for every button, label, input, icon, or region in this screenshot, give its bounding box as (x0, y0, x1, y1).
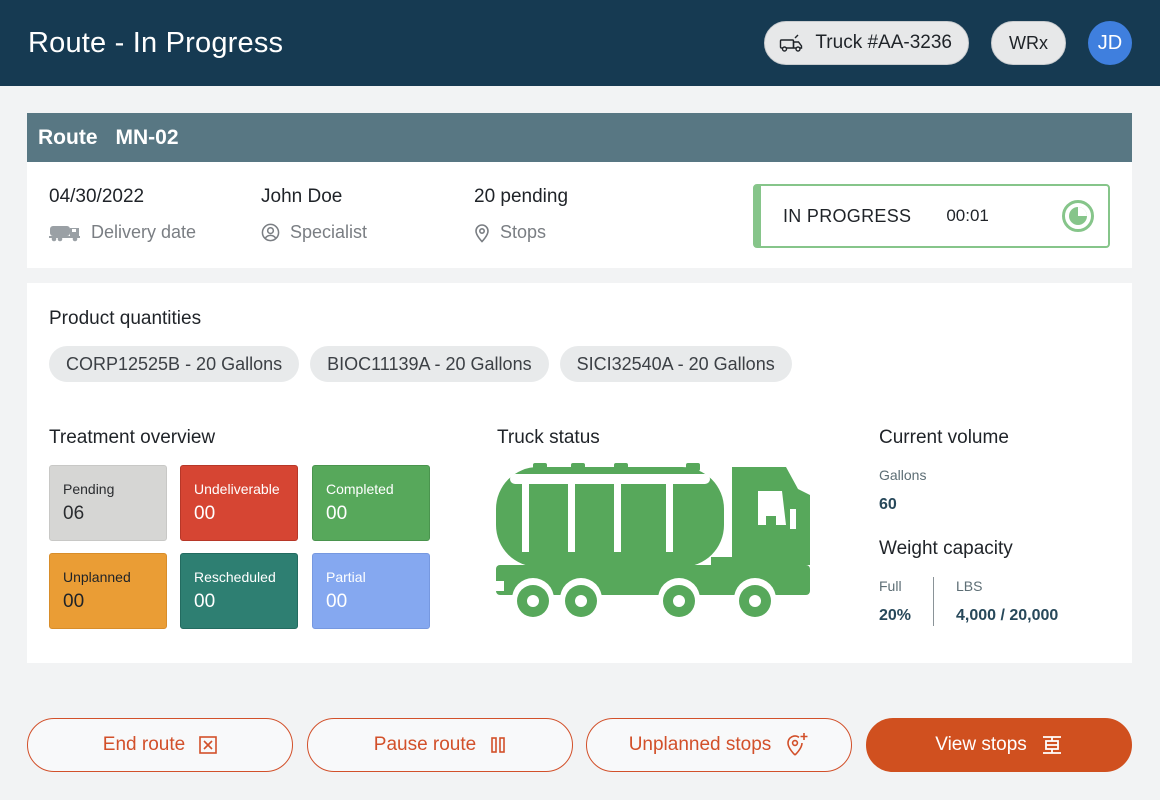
tanker-truck-status-icon (496, 463, 810, 620)
tile-label: Unplanned (63, 569, 131, 585)
product-chip: BIOC11139A - 20 Gallons (310, 346, 549, 382)
tile-undeliverable[interactable]: Undeliverable 00 (180, 465, 298, 541)
tile-partial[interactable]: Partial 00 (312, 553, 430, 629)
pause-route-label: Pause route (373, 734, 477, 755)
top-bar-actions: Truck #AA-3236 WRx JD (764, 21, 1132, 65)
page-title: Route - In Progress (28, 26, 284, 59)
truck-status-title: Truck status (497, 427, 600, 448)
weight-full-value: 20% (879, 607, 912, 624)
tanker-truck-icon (49, 225, 80, 241)
progress-clock-icon (1062, 200, 1094, 232)
user-circle-icon (261, 223, 280, 242)
product-chip: SICI32540A - 20 Gallons (559, 346, 792, 382)
weight-capacity-title: Weight capacity (879, 538, 1013, 559)
status-text: IN PROGRESS (783, 205, 912, 226)
specialist-label: Specialist (290, 222, 368, 242)
truck-label: Truck #AA-3236 (815, 32, 952, 53)
specialist-block: John Doe Specialist (261, 186, 367, 243)
tile-label: Undeliverable (194, 481, 280, 497)
unplanned-stops-button[interactable]: Unplanned stops (586, 718, 852, 772)
specialist-label-row: Specialist (261, 222, 367, 243)
weight-divider (933, 577, 934, 626)
stops-label: Stops (500, 222, 547, 242)
pause-icon (491, 737, 506, 753)
add-location-icon (787, 733, 808, 756)
tile-label: Partial (326, 569, 366, 585)
route-code: MN-02 (115, 125, 179, 149)
weight-full-label: Full (879, 578, 902, 594)
delivery-date-label: Delivery date (91, 222, 197, 242)
tile-value: 00 (194, 591, 216, 612)
close-box-icon (199, 736, 218, 754)
avatar[interactable]: JD (1088, 21, 1132, 65)
status-timer: 00:01 (946, 206, 989, 225)
stops-block: 20 pending Stops (474, 186, 568, 243)
weight-lbs-label: LBS (956, 578, 983, 594)
end-route-label: End route (102, 734, 186, 755)
view-stops-button[interactable]: View stops (866, 718, 1132, 772)
weight-lbs-value: 4,000 / 20,000 (956, 607, 1059, 624)
tile-completed[interactable]: Completed 00 (312, 465, 430, 541)
specialist-value: John Doe (261, 186, 343, 207)
tile-label: Completed (326, 481, 394, 497)
route-header: Route MN-02 (27, 113, 1132, 162)
stops-value: 20 pending (474, 186, 569, 207)
delivery-date-block: 04/30/2022 Delivery date (49, 186, 196, 243)
tile-label: Rescheduled (194, 569, 276, 585)
volume-unit-label: Gallons (879, 467, 927, 483)
route-info-panel: 04/30/2022 Delivery date John Doe Specia… (27, 162, 1132, 268)
delivery-date-label-row: Delivery date (49, 222, 196, 243)
treatment-overview-title: Treatment overview (49, 427, 216, 448)
tile-unplanned[interactable]: Unplanned 00 (49, 553, 167, 629)
pause-route-button[interactable]: Pause route (307, 718, 573, 772)
truck-selector-button[interactable]: Truck #AA-3236 (764, 21, 969, 65)
tile-value: 00 (63, 591, 85, 612)
tile-label: Pending (63, 481, 115, 497)
tile-rescheduled[interactable]: Rescheduled 00 (180, 553, 298, 629)
end-route-button[interactable]: End route (27, 718, 293, 772)
delivery-date-value: 04/30/2022 (49, 186, 145, 207)
product-quantities-title: Product quantities (49, 308, 202, 329)
view-stops-label: View stops (935, 734, 1027, 755)
route-status-indicator: IN PROGRESS 00:01 (753, 184, 1110, 248)
current-volume-title: Current volume (879, 427, 1009, 448)
route-stops-icon (1042, 736, 1061, 754)
org-selector-button[interactable]: WRx (991, 21, 1066, 65)
route-label: Route (38, 125, 98, 149)
stops-label-row: Stops (474, 222, 568, 243)
route-details-panel: Product quantities CORP12525B - 20 Gallo… (27, 283, 1132, 663)
tile-value: 00 (194, 503, 216, 524)
tile-value: 06 (63, 503, 85, 524)
unplanned-stops-label: Unplanned stops (628, 734, 772, 755)
volume-value: 60 (879, 496, 897, 513)
product-chip: CORP12525B - 20 Gallons (49, 346, 300, 382)
tile-pending[interactable]: Pending 06 (49, 465, 167, 541)
truck-icon (780, 34, 803, 52)
product-chip-list: CORP12525B - 20 Gallons BIOC11139A - 20 … (49, 346, 792, 382)
top-bar: Route - In Progress Truck #AA-3236 WRx J… (0, 0, 1160, 86)
tile-value: 00 (326, 503, 348, 524)
tile-value: 00 (326, 591, 348, 612)
map-pin-icon (475, 223, 489, 243)
